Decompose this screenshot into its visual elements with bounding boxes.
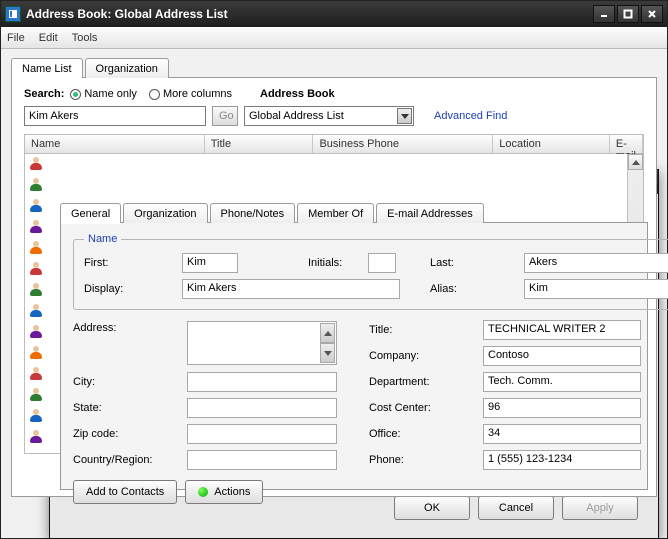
person-icon: [28, 178, 44, 194]
name-fieldset: Name First: Kim Initials: Last: Akers Di…: [73, 233, 668, 310]
field-department[interactable]: Tech. Comm.: [483, 372, 641, 392]
col-title[interactable]: Title: [205, 135, 314, 153]
person-icon: [28, 325, 44, 341]
field-last[interactable]: Akers: [524, 253, 668, 273]
label-first: First:: [84, 257, 176, 269]
address-book-combo[interactable]: Global Address List: [244, 106, 414, 126]
field-title[interactable]: TECHNICAL WRITER 2: [483, 320, 641, 340]
col-phone[interactable]: Business Phone: [313, 135, 493, 153]
row-icons: [28, 157, 44, 446]
address-book-icon: [5, 6, 21, 22]
person-icon: [28, 199, 44, 215]
advanced-find-link[interactable]: Advanced Find: [434, 110, 507, 122]
label-country: Country/Region:: [73, 454, 181, 466]
person-icon: [28, 430, 44, 446]
minimize-button[interactable]: [593, 5, 615, 23]
add-to-contacts-button[interactable]: Add to Contacts: [73, 480, 177, 504]
address-spinner[interactable]: [320, 323, 335, 363]
field-cost-center[interactable]: 96: [483, 398, 641, 418]
person-icon: [28, 220, 44, 236]
person-icon: [28, 409, 44, 425]
general-panel: Name First: Kim Initials: Last: Akers Di…: [60, 222, 648, 490]
label-cost-center: Cost Center:: [369, 402, 477, 414]
dlg-tab-email[interactable]: E-mail Addresses: [376, 203, 484, 223]
tab-name-list[interactable]: Name List: [11, 58, 83, 78]
address-book-combo-value: Global Address List: [249, 110, 344, 122]
label-address: Address:: [73, 320, 181, 334]
label-company: Company:: [369, 350, 477, 362]
field-first[interactable]: Kim: [182, 253, 238, 273]
col-location[interactable]: Location: [493, 135, 610, 153]
person-icon: [28, 241, 44, 257]
green-dot-icon: [198, 487, 208, 497]
search-input[interactable]: [24, 106, 206, 126]
field-display[interactable]: Kim Akers: [182, 279, 400, 299]
label-title: Title:: [369, 324, 477, 336]
person-icon: [28, 157, 44, 173]
tab-organization[interactable]: Organization: [85, 58, 169, 78]
name-legend: Name: [84, 233, 121, 245]
address-book-label: Address Book: [260, 88, 335, 100]
person-icon: [28, 388, 44, 404]
label-department: Department:: [369, 376, 477, 388]
label-initials: Initials:: [308, 257, 362, 269]
col-name[interactable]: Name: [25, 135, 205, 153]
person-icon: [28, 367, 44, 383]
contact-properties-dialog: Kim Akers General Organization Phone/Not…: [49, 169, 659, 539]
label-last: Last:: [430, 257, 518, 269]
main-titlebar: Address Book: Global Address List: [1, 1, 667, 27]
main-title: Address Book: Global Address List: [26, 7, 593, 21]
label-alias: Alias:: [430, 283, 518, 295]
dlg-tab-general[interactable]: General: [60, 203, 121, 223]
field-address[interactable]: [187, 321, 337, 365]
scroll-up-icon[interactable]: [628, 154, 643, 170]
menu-file[interactable]: File: [7, 32, 25, 44]
field-zip[interactable]: [187, 424, 337, 444]
menu-edit[interactable]: Edit: [39, 32, 58, 44]
maximize-button[interactable]: [617, 5, 639, 23]
results-header: Name Title Business Phone Location E-mai…: [24, 134, 644, 154]
chevron-down-icon: [397, 108, 412, 124]
person-icon: [28, 346, 44, 362]
field-alias[interactable]: Kim: [524, 279, 668, 299]
label-zip: Zip code:: [73, 428, 181, 440]
go-button[interactable]: Go: [212, 106, 238, 126]
search-label: Search:: [24, 88, 64, 100]
field-phone[interactable]: 1 (555) 123-1234: [483, 450, 641, 470]
radio-name-only[interactable]: Name only: [70, 88, 137, 100]
field-state[interactable]: [187, 398, 337, 418]
field-country[interactable]: [187, 450, 337, 470]
dlg-tab-member-of[interactable]: Member Of: [297, 203, 374, 223]
person-icon: [28, 262, 44, 278]
field-office[interactable]: 34: [483, 424, 641, 444]
dlg-tab-organization[interactable]: Organization: [123, 203, 207, 223]
label-office: Office:: [369, 428, 477, 440]
field-initials[interactable]: [368, 253, 396, 273]
label-phone: Phone:: [369, 454, 477, 466]
actions-button[interactable]: Actions: [185, 480, 263, 504]
field-company[interactable]: Contoso: [483, 346, 641, 366]
person-icon: [28, 304, 44, 320]
col-email[interactable]: E-mail: [610, 135, 643, 153]
label-display: Display:: [84, 283, 176, 295]
radio-more-columns[interactable]: More columns: [149, 88, 232, 100]
person-icon: [28, 283, 44, 299]
label-city: City:: [73, 376, 181, 388]
label-state: State:: [73, 402, 181, 414]
field-city[interactable]: [187, 372, 337, 392]
dlg-tab-phone-notes[interactable]: Phone/Notes: [210, 203, 296, 223]
menu-tools[interactable]: Tools: [72, 32, 98, 44]
menubar: File Edit Tools: [1, 27, 667, 49]
close-button[interactable]: [641, 5, 663, 23]
